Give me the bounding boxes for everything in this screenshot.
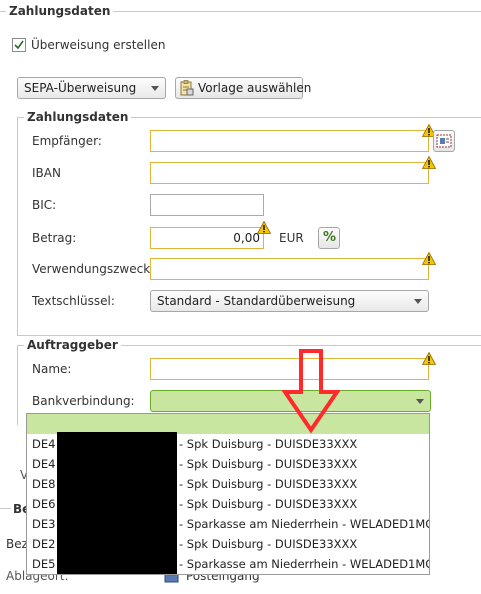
bank-label: Bankverbindung: — [32, 394, 135, 408]
text-key-value: Standard - Standardüberweisung — [157, 294, 356, 308]
recipient-label: Empfänger: — [32, 134, 102, 148]
checkmark-icon — [14, 40, 24, 50]
purpose-label: Verwendungszweck: — [32, 262, 155, 276]
amount-input[interactable]: 0,00 — [150, 227, 264, 249]
principal-group-title: Auftraggeber — [24, 338, 121, 352]
annotation-arrow-icon — [281, 349, 341, 434]
warning-icon — [422, 252, 436, 265]
name-label: Name: — [32, 362, 72, 376]
list-item-empty[interactable] — [27, 414, 429, 434]
amount-label: Betrag: — [32, 231, 77, 245]
warning-icon — [422, 352, 436, 365]
create-transfer-label: Überweisung erstellen — [31, 38, 166, 52]
payment-group-left — [17, 117, 18, 335]
transfer-type-select[interactable]: SEPA-Überweisung — [17, 77, 166, 99]
principal-group-left — [17, 345, 18, 425]
payment-group-bottom — [17, 335, 481, 336]
chevron-down-icon — [414, 299, 422, 304]
iban-label: IBAN — [32, 166, 61, 180]
redaction-block — [57, 432, 177, 574]
percent-button[interactable]: % — [318, 227, 340, 249]
warning-icon — [422, 156, 436, 169]
currency-label: EUR — [279, 231, 304, 245]
payment-group-title: Zahlungsdaten — [24, 110, 132, 124]
bank-dropdown-list[interactable]: DE4 - Spk Duisburg - DUISDE33XXX DE4 - S… — [26, 413, 430, 575]
chevron-down-icon — [416, 399, 424, 404]
address-book-button[interactable] — [433, 130, 455, 152]
select-template-button[interactable]: Vorlage auswählen — [175, 77, 311, 99]
address-book-icon — [436, 134, 452, 148]
chevron-down-icon — [151, 86, 159, 91]
transfer-type-value: SEPA-Überweisung — [24, 81, 137, 95]
bic-label: BIC: — [32, 198, 57, 212]
recipient-input[interactable] — [150, 130, 429, 152]
create-transfer-checkbox[interactable] — [12, 38, 26, 52]
amount-value: 0,00 — [233, 231, 260, 245]
description-label-fragment: Bez — [6, 537, 28, 551]
text-key-select[interactable]: Standard - Standardüberweisung — [150, 290, 429, 312]
iban-input[interactable] — [150, 162, 429, 184]
percent-icon: % — [323, 230, 337, 245]
section-title: Zahlungsdaten — [6, 4, 114, 18]
template-icon — [180, 80, 194, 96]
purpose-input[interactable] — [150, 258, 429, 280]
text-key-label: Textschlüssel: — [32, 294, 115, 308]
warning-icon — [257, 221, 271, 234]
bic-input[interactable] — [150, 194, 264, 216]
select-template-label: Vorlage auswählen — [198, 81, 312, 95]
